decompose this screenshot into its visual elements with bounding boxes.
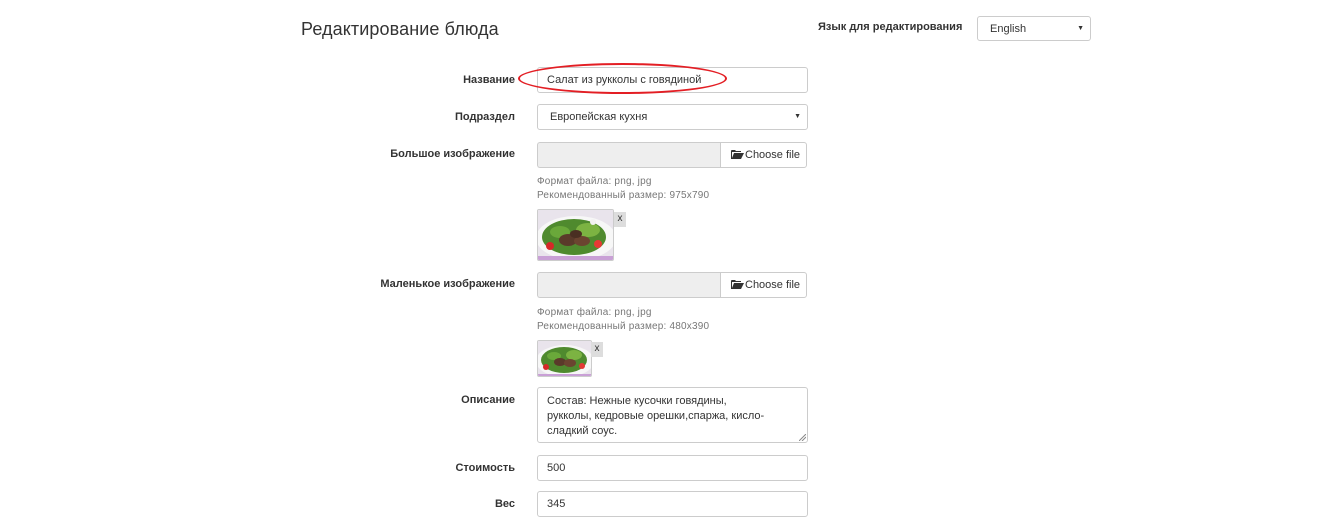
language-select[interactable]: English ▼ (977, 16, 1091, 41)
price-label: Стоимость (455, 462, 515, 474)
small-image-thumbnail (537, 340, 592, 377)
caret-down-icon: ▼ (794, 113, 801, 120)
caret-down-icon: ▼ (1077, 25, 1084, 32)
large-image-size-hint: Рекомендованный размер: 975x790 (537, 190, 710, 201)
language-select-value: English (990, 23, 1027, 35)
large-image-label: Большое изображение (390, 148, 515, 160)
small-image-path-field[interactable] (537, 272, 721, 298)
folder-open-icon (731, 280, 744, 289)
small-image-choose-label: Choose file (745, 279, 801, 291)
description-textarea[interactable]: Состав: Нежные кусочки говядины, рукколы… (537, 387, 808, 443)
description-line: рукколы, кедровые орешки,спаржа, кисло- (547, 410, 765, 422)
description-label: Описание (461, 394, 515, 406)
large-image-choose-button[interactable]: Choose file (720, 142, 807, 168)
large-image-thumbnail (537, 209, 614, 261)
price-input[interactable]: 500 (537, 455, 808, 481)
name-label: Название (463, 74, 515, 86)
highlight-ellipse (518, 63, 727, 94)
small-image-label: Маленькое изображение (380, 278, 515, 290)
large-image-path-field[interactable] (537, 142, 721, 168)
subsection-label: Подраздел (455, 111, 515, 123)
page-title: Редактирование блюда (301, 19, 499, 39)
price-input-value: 500 (547, 462, 566, 474)
language-label: Язык для редактирования (818, 21, 963, 33)
large-image-format-hint: Формат файла: png, jpg (537, 176, 652, 187)
small-image-format-hint: Формат файла: png, jpg (537, 307, 652, 318)
subsection-select[interactable]: Европейская кухня ▼ (537, 104, 808, 130)
weight-input[interactable]: 345 (537, 491, 808, 517)
small-image-size-hint: Рекомендованный размер: 480x390 (537, 321, 710, 332)
description-line: Состав: Нежные кусочки говядины, (547, 395, 727, 407)
large-image-remove-button[interactable]: x (614, 212, 626, 227)
weight-input-value: 345 (547, 498, 566, 510)
large-image-choose-label: Choose file (745, 149, 801, 161)
resize-grip-icon[interactable] (799, 434, 806, 441)
weight-label: Вес (494, 498, 515, 510)
subsection-select-value: Европейская кухня (550, 111, 648, 123)
small-image-choose-button[interactable]: Choose file (720, 272, 807, 298)
folder-open-icon (731, 150, 744, 159)
small-image-remove-button[interactable]: x (591, 342, 603, 357)
description-line: сладкий соус. (547, 425, 618, 437)
